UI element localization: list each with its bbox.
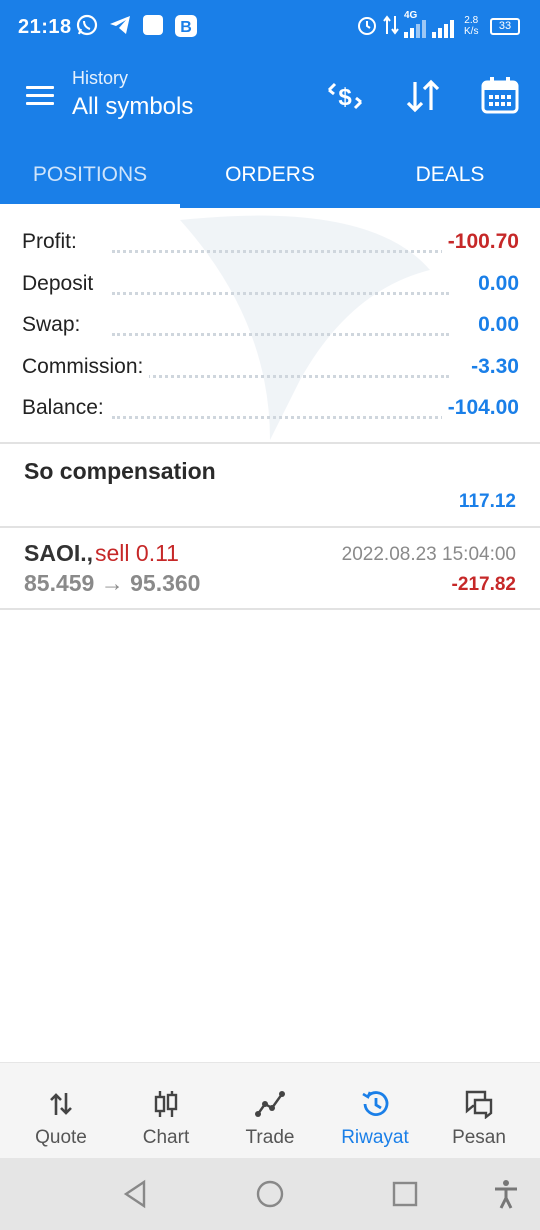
sort-icon[interactable]	[403, 76, 443, 116]
candlestick-chart-icon	[154, 1091, 178, 1117]
status-bar: 21:18 B 4G 2.8 K/s 33	[0, 0, 540, 56]
deal-side: sell 0.11	[95, 540, 179, 566]
tab-deals[interactable]: DEALS	[360, 138, 540, 208]
home-icon[interactable]	[254, 1178, 286, 1210]
tab-orders[interactable]: ORDERS	[180, 138, 360, 208]
summary-row-swap: Swap: 0.00	[22, 305, 519, 345]
svg-text:$: $	[338, 84, 352, 111]
deal-prices: 85.459 → 95.360	[24, 570, 201, 596]
nav-label: Chart	[142, 1127, 190, 1148]
deal-symbol: SAOI.,	[24, 540, 94, 566]
battery-indicator: 33	[490, 18, 520, 35]
summary-label: Commission:	[22, 355, 150, 379]
summary-label: Profit:	[22, 230, 83, 254]
status-time: 21:18	[18, 16, 72, 38]
system-nav-bar	[0, 1158, 540, 1230]
deal-date: 2022.08.23 15:04:00	[341, 544, 516, 565]
summary-label: Balance:	[22, 396, 110, 420]
whatsapp-icon	[76, 14, 98, 36]
compensation-name: So compensation	[24, 458, 216, 484]
trade-line-icon	[255, 1091, 285, 1117]
list-item[interactable]: So compensation 117.12	[0, 444, 540, 528]
summary-value: 0.00	[472, 313, 519, 337]
menu-icon[interactable]	[24, 82, 56, 110]
history-clock-icon	[362, 1091, 389, 1116]
title-block: History All symbols	[72, 68, 193, 121]
network-speed: 2.8 K/s	[464, 15, 479, 37]
app-bar: History All symbols $	[0, 56, 540, 138]
dollar-exchange-icon[interactable]: $	[325, 76, 365, 116]
nav-label: Trade	[245, 1127, 295, 1148]
nav-pesan[interactable]: Pesan	[425, 1063, 533, 1159]
battery-level: 33	[498, 20, 512, 32]
dotted-leader	[112, 375, 449, 378]
summary-label: Deposit	[22, 272, 100, 296]
recents-icon[interactable]	[389, 1178, 421, 1210]
signal-icon	[404, 20, 454, 38]
accessibility-icon[interactable]	[490, 1178, 522, 1210]
quote-arrows-icon	[50, 1093, 72, 1115]
bottom-nav: Quote Chart Trade Riwayat Pesan	[0, 1062, 540, 1158]
nav-chart[interactable]: Chart	[112, 1063, 220, 1159]
data-transfer-icon	[383, 15, 399, 35]
nav-label: Quote	[35, 1127, 87, 1148]
dotted-leader	[112, 292, 449, 295]
summary-label: Swap:	[22, 313, 87, 337]
nav-label: Riwayat	[341, 1127, 409, 1148]
summary-row-deposit: Deposit 0.00	[22, 264, 519, 304]
app-square-icon	[143, 15, 163, 35]
back-icon[interactable]	[120, 1178, 152, 1210]
summary-panel: Profit: -100.70 Deposit 0.00 Swap: 0.00 …	[0, 208, 540, 444]
summary-value: -104.00	[441, 396, 519, 420]
page-subtitle: History	[72, 68, 129, 88]
alarm-icon	[358, 17, 376, 35]
tab-positions[interactable]: POSITIONS	[0, 138, 180, 208]
nav-riwayat[interactable]: Riwayat	[321, 1063, 429, 1159]
telegram-icon	[110, 16, 130, 34]
tab-bar: POSITIONS ORDERS DEALS	[0, 138, 540, 208]
compensation-amount: 117.12	[458, 491, 516, 512]
messages-icon	[465, 1090, 493, 1119]
nav-trade[interactable]: Trade	[216, 1063, 324, 1159]
dotted-leader	[112, 416, 449, 419]
svg-text:B: B	[180, 19, 192, 36]
nav-quote[interactable]: Quote	[7, 1063, 115, 1159]
dotted-leader	[112, 333, 449, 336]
calendar-icon[interactable]	[480, 76, 520, 116]
page-title[interactable]: All symbols	[72, 93, 193, 121]
deal-profit: -217.82	[451, 574, 516, 595]
summary-row-profit: Profit: -100.70	[22, 222, 519, 262]
dotted-leader	[112, 250, 449, 253]
b-app-icon: B	[175, 15, 197, 37]
summary-value: -100.70	[441, 230, 519, 254]
summary-value: 0.00	[472, 272, 519, 296]
summary-row-commission: Commission: -3.30	[22, 347, 519, 387]
summary-value: -3.30	[465, 355, 519, 379]
summary-row-balance: Balance: -104.00	[22, 388, 519, 428]
list-item[interactable]: SAOI., sell 0.11 85.459 → 95.360 2022.08…	[0, 528, 540, 610]
nav-label: Pesan	[452, 1127, 506, 1148]
